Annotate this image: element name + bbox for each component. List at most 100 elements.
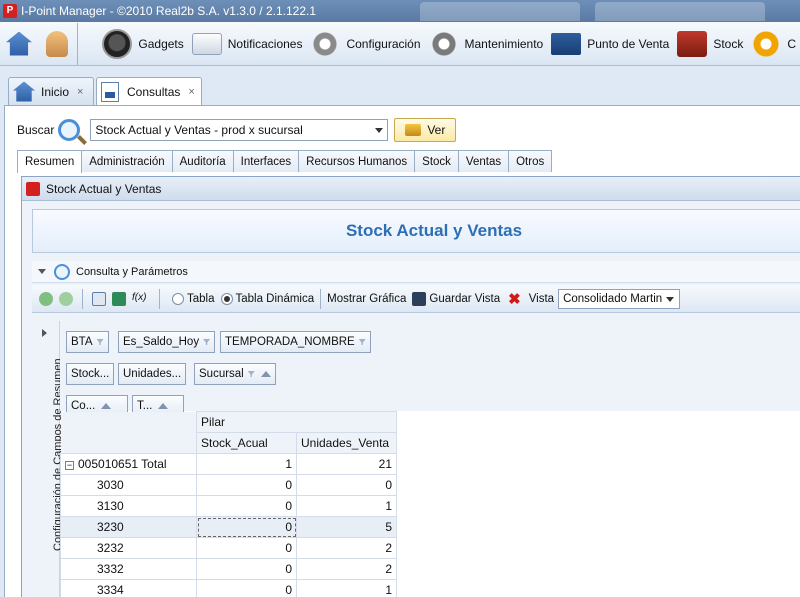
tab-recursos-humanos[interactable]: Recursos Humanos (298, 150, 416, 172)
filter-icon[interactable] (203, 339, 211, 345)
row-header[interactable]: 3130 (60, 495, 197, 517)
pivot-radio-label: Tabla Dinámica (235, 292, 315, 305)
table-cell[interactable]: 5 (296, 516, 397, 538)
tab-ventas[interactable]: Ventas (457, 150, 510, 172)
table-cell[interactable]: 1 (296, 495, 397, 517)
tab-interfaces[interactable]: Interfaces (232, 150, 300, 172)
toolbar-punto-de-venta[interactable]: Punto de Venta (547, 24, 673, 64)
print-preview-icon[interactable] (92, 291, 106, 306)
row-header[interactable]: 3334 (60, 579, 197, 597)
toolbar-stock[interactable]: Stock (673, 24, 747, 64)
tab-resumen[interactable]: Resumen (17, 150, 83, 173)
table-cell[interactable]: 1 (296, 579, 397, 597)
measure-header[interactable]: Stock_Acual (196, 432, 297, 454)
data-field-chip[interactable]: Stock... (66, 363, 115, 385)
toolbar-gadgets[interactable]: Gadgets (98, 24, 187, 64)
close-icon[interactable]: × (77, 86, 83, 98)
expand-icon[interactable] (39, 291, 53, 306)
table-cell[interactable]: 21 (296, 453, 397, 475)
table-cell[interactable]: 0 (196, 474, 297, 496)
ver-button[interactable]: Ver (394, 118, 457, 142)
chevron-down-icon[interactable] (375, 128, 384, 133)
close-icon[interactable]: × (188, 86, 194, 98)
view-label: Vista (528, 292, 555, 305)
pivot-table: Pilar Stock_Acual Unidades_Venta −005010… (60, 411, 397, 597)
row-header-total[interactable]: −005010651 Total (60, 453, 197, 475)
delete-icon[interactable]: ✖ (508, 290, 521, 308)
tab-otros[interactable]: Otros (508, 150, 553, 172)
table-cell[interactable]: 0 (196, 579, 297, 597)
measure-header[interactable]: Unidades_Venta (296, 432, 397, 454)
table-row: 3334 0 1 (60, 579, 397, 597)
pivot-grid: Configuración de Campos de Resumen BTA E… (32, 321, 800, 597)
table-row: 3230 0 5 (60, 516, 397, 538)
filter-icon[interactable] (358, 339, 366, 345)
field-config-panel[interactable]: Configuración de Campos de Resumen (32, 321, 64, 597)
sort-ascending-icon[interactable] (101, 403, 112, 409)
table-cell[interactable]: 0 (196, 558, 297, 580)
data-field-chip[interactable]: Unidades... (118, 363, 187, 385)
document-icon (101, 82, 119, 102)
row-header[interactable]: 3230 (60, 516, 197, 538)
search-icon (58, 119, 81, 141)
collapse-icon[interactable] (59, 291, 73, 306)
view-select[interactable]: Consolidado Martin (558, 288, 681, 309)
report-window-titlebar: Stock Actual y Ventas (22, 177, 800, 201)
table-cell[interactable]: 0 (296, 474, 397, 496)
row-header[interactable]: 3332 (60, 558, 197, 580)
filter-field-chip[interactable]: BTA (66, 331, 109, 353)
toolbar-mantenimiento[interactable]: Mantenimiento (425, 24, 548, 64)
table-cell[interactable]: 0 (196, 537, 297, 559)
app-icon: P (3, 4, 17, 18)
sort-ascending-icon[interactable] (158, 403, 169, 409)
gauge-icon (102, 28, 133, 59)
function-icon[interactable]: f(x) (132, 292, 150, 306)
home-button[interactable] (0, 23, 38, 65)
view-select-value: Consolidado Martin (563, 292, 663, 305)
tab-inicio[interactable]: Inicio × (8, 77, 94, 105)
filter-field-chip[interactable]: Es_Saldo_Hoy (118, 331, 216, 353)
save-view-button[interactable]: Guardar Vista (429, 293, 500, 305)
filter-icon[interactable] (96, 339, 104, 345)
chevron-right-icon[interactable] (42, 329, 47, 337)
background-browser-tab (595, 2, 765, 21)
search-label: Buscar (17, 123, 55, 137)
tab-label: Inicio (41, 84, 70, 99)
query-select[interactable]: Stock Actual y Ventas - prod x sucursal (90, 119, 389, 141)
column-field-chip[interactable]: Sucursal (194, 363, 276, 385)
filter-field-chip[interactable]: TEMPORADA_NOMBRE (220, 331, 371, 353)
tab-administracion[interactable]: Administración (81, 150, 173, 172)
toolbar-notificaciones[interactable]: Notificaciones (188, 24, 307, 64)
collapse-icon[interactable]: − (65, 461, 74, 470)
table-row: 3130 0 1 (60, 495, 397, 517)
row-header[interactable]: 3232 (60, 537, 197, 559)
sort-ascending-icon[interactable] (260, 371, 271, 377)
user-button[interactable] (38, 22, 78, 65)
table-radio[interactable] (172, 292, 184, 305)
table-cell[interactable]: 1 (196, 453, 297, 475)
toolbar-overflow[interactable]: C (747, 24, 800, 64)
tab-auditoria[interactable]: Auditoría (171, 150, 234, 172)
tab-label: Consultas (127, 85, 181, 99)
tab-stock[interactable]: Stock (414, 150, 459, 172)
tab-consultas[interactable]: Consultas × (96, 77, 202, 106)
gear-icon (310, 28, 341, 59)
table-cell[interactable]: 0 (196, 495, 297, 517)
parameters-expander[interactable]: Consulta y Parámetros (32, 261, 800, 283)
table-row: 3232 0 2 (60, 537, 397, 559)
table-cell[interactable]: 2 (296, 537, 397, 559)
search-icon (54, 263, 70, 280)
chevron-down-icon[interactable] (666, 296, 675, 302)
row-label: 005010651 Total (78, 457, 167, 471)
consultas-panel: Buscar Stock Actual y Ventas - prod x su… (4, 105, 800, 597)
toolbar-configuracion[interactable]: Configuración (306, 24, 424, 64)
filter-icon[interactable] (247, 371, 255, 377)
table-cell-focused[interactable]: 0 (196, 516, 297, 538)
parameters-label: Consulta y Parámetros (76, 265, 188, 278)
table-cell[interactable]: 2 (296, 558, 397, 580)
show-chart-button[interactable]: Mostrar Gráfica (327, 293, 406, 305)
chip-label: Stock... (71, 368, 110, 380)
pivot-radio[interactable] (220, 292, 233, 305)
row-header[interactable]: 3030 (60, 474, 197, 496)
excel-icon[interactable] (112, 291, 126, 306)
